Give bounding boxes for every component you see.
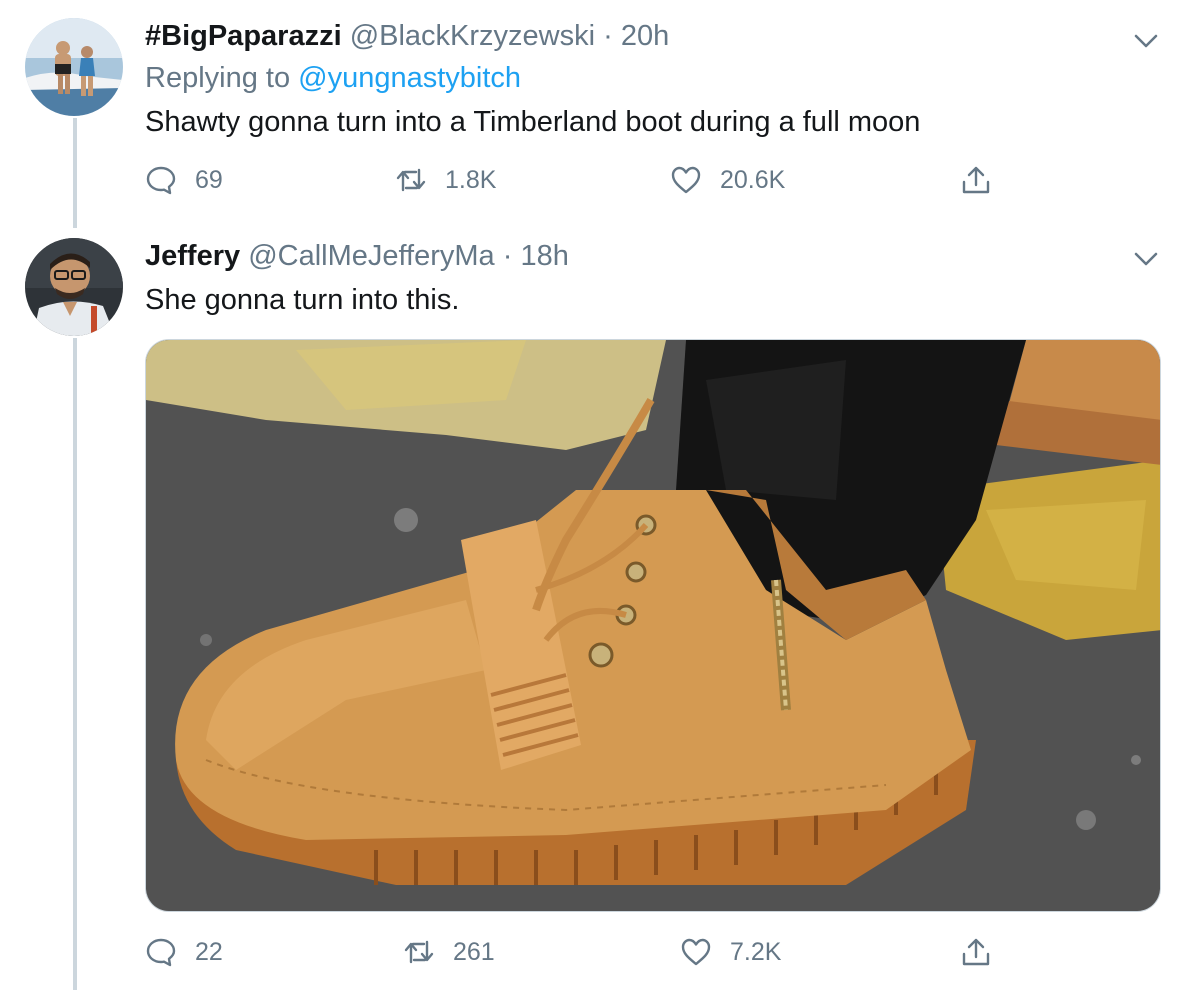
reply-icon <box>146 938 176 967</box>
display-name[interactable]: Jeffery <box>145 240 240 272</box>
like-button[interactable]: 20.6K <box>670 158 785 202</box>
handle[interactable]: @CallMeJefferyMa <box>248 240 494 272</box>
replying-to-link[interactable]: @yungnastybitch <box>298 62 521 94</box>
replying-prefix: Replying to <box>145 62 291 94</box>
reply-button[interactable]: 69 <box>145 158 223 202</box>
tweet-actions: 69 1.8K 20.6K <box>145 158 1005 202</box>
tweet-media-image[interactable] <box>145 339 1161 912</box>
chevron-down-icon[interactable] <box>1133 32 1159 50</box>
heart-icon <box>671 166 701 194</box>
reply-icon <box>146 166 176 195</box>
retweet-count: 261 <box>453 937 495 966</box>
chevron-down-icon[interactable] <box>1133 250 1159 268</box>
share-icon <box>962 938 990 966</box>
tweet-text: Shawty gonna turn into a Timberland boot… <box>145 106 921 138</box>
heart-icon <box>681 938 711 966</box>
reply-count: 22 <box>195 937 223 966</box>
replying-to: Replying to @yungnastybitch <box>145 62 521 95</box>
avatar[interactable] <box>25 18 123 116</box>
avatar[interactable] <box>25 238 123 336</box>
timestamp[interactable]: 18h <box>520 240 568 272</box>
separator: · <box>502 240 513 272</box>
tweet-header: Jeffery @CallMeJefferyMa · 18h <box>145 240 569 273</box>
handle[interactable]: @BlackKrzyzewski <box>350 20 595 52</box>
display-name[interactable]: #BigPaparazzi <box>145 20 342 52</box>
retweet-button[interactable]: 1.8K <box>395 158 496 202</box>
share-button[interactable] <box>960 158 1010 202</box>
thread-line-1 <box>73 118 77 228</box>
tweet-text: She gonna turn into this. <box>145 284 460 316</box>
tweet-header: #BigPaparazzi @BlackKrzyzewski · 20h <box>145 20 669 53</box>
retweet-icon <box>396 168 426 192</box>
like-button[interactable]: 7.2K <box>680 930 781 974</box>
separator: · <box>603 20 613 52</box>
tweet-actions: 22 261 7.2K <box>145 930 1005 974</box>
retweet-button[interactable]: 261 <box>403 930 495 974</box>
retweet-icon <box>404 940 434 964</box>
retweet-count: 1.8K <box>445 165 497 194</box>
reply-count: 69 <box>195 165 223 194</box>
share-button[interactable] <box>960 930 1010 974</box>
like-count: 7.2K <box>730 937 782 966</box>
thread-line-2 <box>73 338 77 990</box>
reply-button[interactable]: 22 <box>145 930 223 974</box>
share-icon <box>962 166 990 194</box>
timestamp[interactable]: 20h <box>621 20 669 52</box>
like-count: 20.6K <box>720 165 786 194</box>
